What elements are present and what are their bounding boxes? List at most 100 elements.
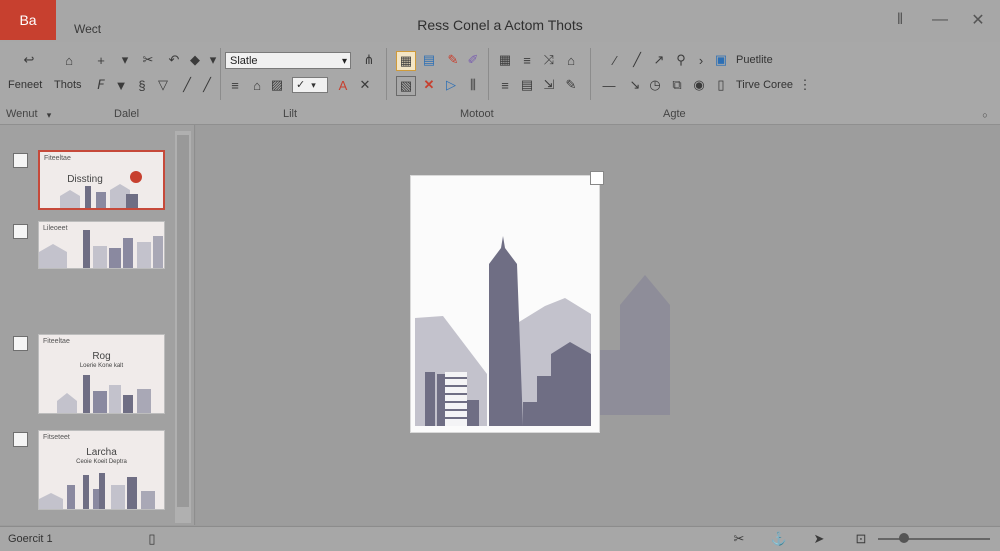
clear-icon[interactable]: ✕ <box>356 76 374 94</box>
scrollbar-thumb[interactable] <box>177 135 189 507</box>
grid-icon[interactable]: ▦ <box>496 51 514 69</box>
slide-header: Fitseteet <box>43 434 70 441</box>
status-text: Goercit 1 <box>8 533 53 545</box>
note-icon[interactable]: ▯ <box>712 76 730 94</box>
slide-title: Larcha <box>86 447 117 458</box>
text-color-icon[interactable]: A <box>334 76 352 94</box>
strike-icon[interactable]: § <box>133 76 151 94</box>
slide-checkbox-3[interactable] <box>13 336 28 351</box>
plus-icon[interactable]: + <box>92 51 110 69</box>
cut-icon[interactable]: ✂ <box>139 51 157 69</box>
timer-icon[interactable]: ◷ <box>646 76 664 94</box>
layout-icon[interactable]: ▤ <box>420 51 438 69</box>
group-label-motion: Motoot <box>460 108 494 120</box>
undo-icon[interactable]: ↶ <box>165 51 183 69</box>
brush-icon[interactable]: ✐ <box>464 51 482 69</box>
tools-button[interactable]: Thots <box>54 79 82 91</box>
resize-icon[interactable]: ⇲ <box>540 76 558 94</box>
slide-header: Fiteeltae <box>43 338 70 345</box>
close-x-icon[interactable]: ✕ <box>420 76 438 94</box>
slide-canvas[interactable] <box>196 125 1000 525</box>
skyline-graphic <box>60 184 138 208</box>
italic-icon[interactable]: 𝘍 <box>92 76 110 94</box>
minimize-icon[interactable]: — <box>920 8 960 32</box>
image-icon[interactable]: ▨ <box>268 76 286 94</box>
group-label-data: Dalel <box>114 108 140 120</box>
more-vertical-icon[interactable]: ⋮ <box>796 76 814 94</box>
slide-checkbox-4[interactable] <box>13 432 28 447</box>
group-label-page: Agte <box>663 108 686 120</box>
line-style-combo[interactable]: ✓ ▾ <box>292 77 328 93</box>
slide-thumbnail-3[interactable]: Fiteeltae Rog Loerie Kone kalt <box>38 334 165 414</box>
table-icon[interactable]: ▤ <box>518 76 536 94</box>
format-button[interactable]: Feneet <box>8 79 42 91</box>
transform-icon[interactable]: ⤨ <box>540 51 558 69</box>
divider <box>488 48 489 100</box>
marker-icon[interactable]: ╱ <box>178 76 196 94</box>
line-icon[interactable]: ╱ <box>628 51 646 69</box>
shape-icon[interactable]: ⌂ <box>562 51 580 69</box>
play-icon[interactable]: ▷ <box>442 76 460 94</box>
cursor-icon[interactable]: ➤ <box>810 530 828 548</box>
slide-title: Rog <box>92 351 111 362</box>
draw-icon[interactable]: ⁄ <box>606 51 624 69</box>
home-icon[interactable]: ⌂ <box>60 51 78 69</box>
more-icon[interactable]: › <box>692 51 710 69</box>
style-combo-value: Slatle <box>230 55 258 67</box>
notes-icon[interactable]: ▯ <box>143 530 161 548</box>
view-cases-button[interactable]: Tirve Coree <box>736 79 793 91</box>
connector-icon[interactable]: ↘ <box>626 76 644 94</box>
chevron-down-icon: ▾ <box>311 80 316 90</box>
collapse-ribbon-icon[interactable]: ○ <box>976 106 994 124</box>
slide-checkbox-2[interactable] <box>13 224 28 239</box>
slide-thumbnail-1[interactable]: Fiteeltae Dissting <box>38 150 165 210</box>
scissors-view-icon[interactable]: ✂ <box>730 530 748 548</box>
skyline-graphic <box>39 473 155 509</box>
resize-handle[interactable] <box>590 171 604 185</box>
align-icon[interactable]: ≡ <box>226 76 244 94</box>
edit-icon[interactable]: ✎ <box>562 76 580 94</box>
slide-thumbnail-2[interactable]: Lileoeet <box>38 221 165 269</box>
fit-icon[interactable]: ⊡ <box>852 530 870 548</box>
rule-icon[interactable]: — <box>600 76 618 94</box>
check-icon: ✓ <box>296 79 306 91</box>
filter-small-icon[interactable]: ▽ <box>154 76 172 94</box>
document-icon[interactable]: ▣ <box>712 51 730 69</box>
current-slide[interactable] <box>410 175 600 433</box>
search-icon[interactable]: ⚲ <box>672 51 690 69</box>
pen-icon[interactable]: ✎ <box>444 51 462 69</box>
paint-icon[interactable]: ◆ <box>186 51 204 69</box>
house-icon[interactable]: ⌂ <box>248 76 266 94</box>
anchor-icon[interactable]: ⚓ <box>770 530 788 548</box>
arrow-icon[interactable]: ↗ <box>650 51 668 69</box>
highlighter-icon[interactable]: ╱ <box>198 76 216 94</box>
app-badge[interactable]: Ba <box>0 0 56 40</box>
picture-icon[interactable]: ▦ <box>396 51 416 71</box>
back-arrow-icon[interactable]: ↩ <box>20 51 38 69</box>
publish-button[interactable]: Puetlite <box>736 54 773 66</box>
slide-icon[interactable]: ▧ <box>396 76 416 96</box>
divider <box>220 48 221 100</box>
slide-thumbnail-4[interactable]: Fitseteet Larcha Ceoie Koeit Deptra <box>38 430 165 510</box>
font-icon[interactable]: ▼ <box>112 76 130 94</box>
zoom-slider[interactable] <box>878 538 990 540</box>
style-combo[interactable]: Slatle ▾ <box>225 52 351 69</box>
skyline-graphic <box>57 375 151 413</box>
quick-access-label[interactable]: Wect <box>74 22 101 36</box>
justify-icon[interactable]: ≡ <box>496 76 514 94</box>
zoom-slider-knob[interactable] <box>899 533 909 543</box>
title-bar: Ba Wect Ress Conel a Actom Thots ‖ — ✕ <box>0 0 1000 42</box>
record-icon[interactable]: ◉ <box>690 76 708 94</box>
paragraph-icon[interactable]: ⋔ <box>360 51 378 69</box>
chevron-down-icon[interactable]: ▾ <box>40 106 58 124</box>
panel-scrollbar[interactable] <box>175 131 191 523</box>
filter-icon[interactable]: ▾ <box>116 51 134 69</box>
restore-icon[interactable]: ‖ <box>880 8 920 32</box>
close-icon[interactable]: ✕ <box>958 8 998 32</box>
slide-checkbox-1[interactable] <box>13 153 28 168</box>
columns-icon[interactable]: ⫼ <box>464 76 482 94</box>
list-icon[interactable]: ≡ <box>518 51 536 69</box>
group-label-view[interactable]: Wenut <box>6 108 38 120</box>
skyline-graphic <box>39 230 163 268</box>
group-icon[interactable]: ⧉ <box>668 76 686 94</box>
